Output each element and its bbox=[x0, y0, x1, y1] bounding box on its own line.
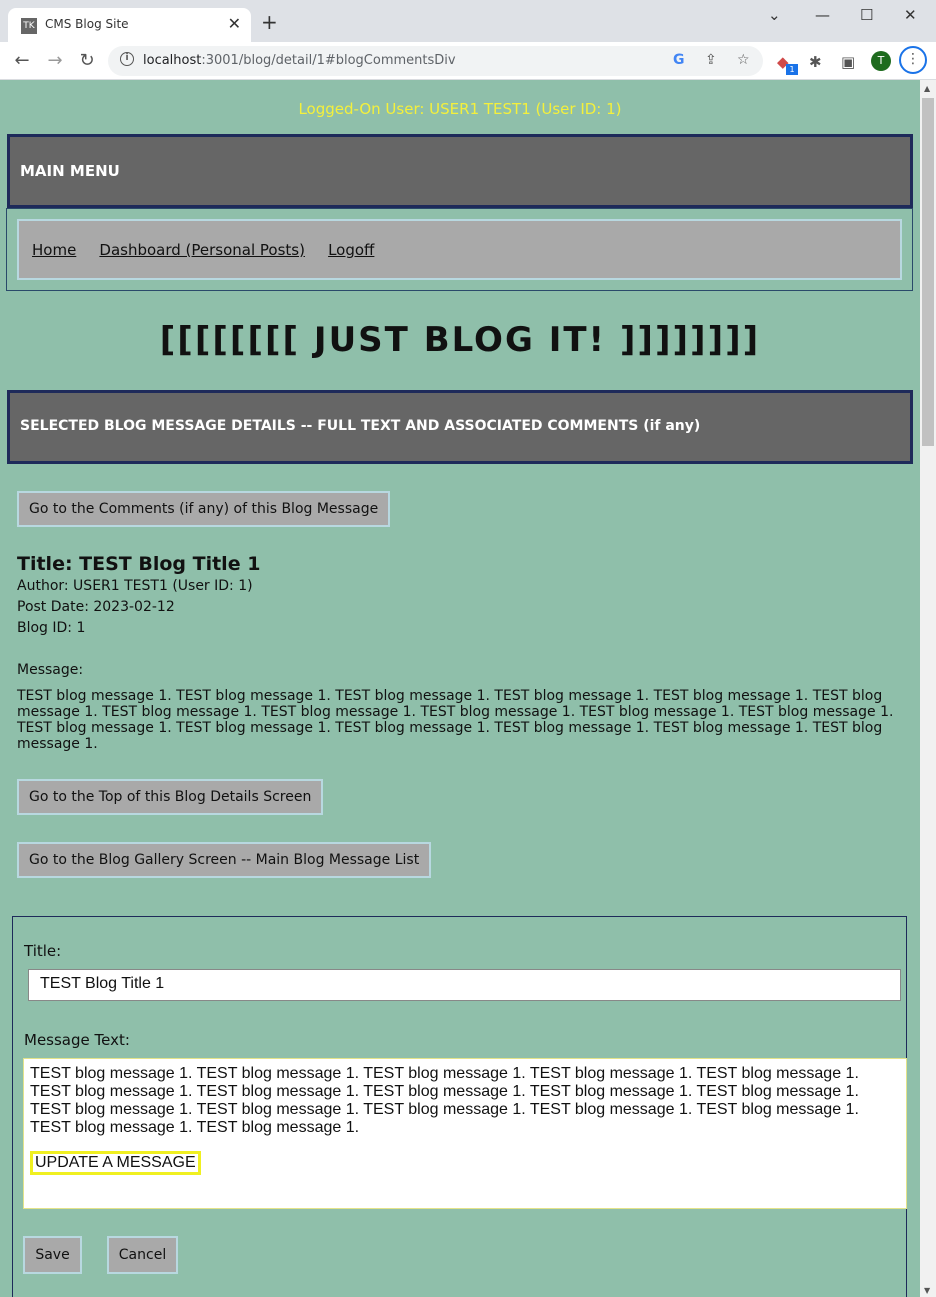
profile-avatar[interactable]: T bbox=[871, 51, 891, 71]
extensions-puzzle-icon[interactable]: ✱ bbox=[809, 53, 822, 71]
site-title: [[[[[[[[ JUST BLOG IT! ]]]]]]]] bbox=[159, 320, 761, 360]
scroll-down-icon[interactable]: ▼ bbox=[924, 1286, 930, 1295]
share-icon[interactable]: ⇪ bbox=[705, 52, 717, 68]
browser-toolbar: ← → ↻ i localhost:3001/blog/detail/1#blo… bbox=[0, 42, 936, 80]
message-textarea-value: TEST blog message 1. TEST blog message 1… bbox=[30, 1065, 859, 1136]
blog-id: Blog ID: 1 bbox=[17, 620, 86, 636]
page-scrollbar[interactable]: ▲ ▼ bbox=[920, 80, 936, 1297]
go-to-comments-button[interactable]: Go to the Comments (if any) of this Blog… bbox=[17, 491, 391, 527]
google-lens-icon[interactable]: G bbox=[673, 52, 685, 68]
page-content: Logged-On User: USER1 TEST1 (User ID: 1)… bbox=[0, 80, 920, 1297]
message-textarea[interactable]: TEST blog message 1. TEST blog message 1… bbox=[23, 1058, 907, 1209]
tab-title: CMS Blog Site bbox=[45, 17, 129, 31]
main-menu-header: MAIN MENU bbox=[7, 134, 913, 208]
back-arrow-icon[interactable]: ← bbox=[12, 50, 32, 71]
browser-tab[interactable]: TK CMS Blog Site ✕ bbox=[8, 8, 251, 42]
logged-user-text: Logged-On User: USER1 TEST1 (User ID: 1) bbox=[298, 100, 622, 118]
detail-header: SELECTED BLOG MESSAGE DETAILS -- FULL TE… bbox=[7, 390, 913, 464]
title-input[interactable]: TEST Blog Title 1 bbox=[28, 969, 901, 1001]
blog-post-date: Post Date: 2023-02-12 bbox=[17, 599, 175, 615]
minimize-icon[interactable]: — bbox=[815, 6, 830, 24]
forward-arrow-icon[interactable]: → bbox=[45, 50, 65, 71]
blog-message-text: TEST blog message 1. TEST blog message 1… bbox=[17, 688, 894, 752]
tab-close-icon[interactable]: ✕ bbox=[228, 14, 241, 33]
save-button[interactable]: Save bbox=[23, 1236, 82, 1274]
form-message-label: Message Text: bbox=[24, 1031, 130, 1049]
browser-tabbar: TK CMS Blog Site ✕ + ⌄ — ☐ ✕ bbox=[0, 0, 936, 42]
blog-title: Title: TEST Blog Title 1 bbox=[17, 553, 261, 575]
scrollbar-thumb[interactable] bbox=[922, 98, 934, 446]
extension-badge: 1 bbox=[786, 64, 798, 75]
blog-author: Author: USER1 TEST1 (User ID: 1) bbox=[17, 578, 253, 594]
scroll-up-icon[interactable]: ▲ bbox=[924, 84, 930, 93]
browser-menu-icon[interactable]: ⋮ bbox=[899, 46, 927, 74]
tab-favicon-icon: TK bbox=[21, 18, 37, 34]
url-text: localhost:3001/blog/detail/1#blogComment… bbox=[143, 53, 456, 68]
reload-icon[interactable]: ↻ bbox=[77, 50, 97, 71]
side-panel-icon[interactable]: ▣ bbox=[841, 53, 855, 71]
maximize-icon[interactable]: ☐ bbox=[860, 6, 873, 24]
nav-container: Home Dashboard (Personal Posts) Logoff bbox=[6, 208, 913, 291]
nav-bar: Home Dashboard (Personal Posts) Logoff bbox=[17, 219, 902, 280]
nav-link-logoff[interactable]: Logoff bbox=[325, 241, 377, 259]
edit-form: Title: TEST Blog Title 1 Message Text: T… bbox=[12, 916, 907, 1297]
bookmark-star-icon[interactable]: ☆ bbox=[737, 52, 750, 68]
form-title-label: Title: bbox=[24, 942, 62, 960]
go-to-gallery-button[interactable]: Go to the Blog Gallery Screen -- Main Bl… bbox=[17, 842, 432, 878]
new-tab-icon[interactable]: + bbox=[261, 12, 278, 32]
cancel-button[interactable]: Cancel bbox=[107, 1236, 178, 1274]
go-to-top-button[interactable]: Go to the Top of this Blog Details Scree… bbox=[17, 779, 324, 815]
site-info-icon[interactable]: i bbox=[120, 52, 134, 66]
address-bar[interactable]: i localhost:3001/blog/detail/1#blogComme… bbox=[108, 46, 763, 76]
update-message-tag: UPDATE A MESSAGE bbox=[30, 1151, 201, 1175]
close-window-icon[interactable]: ✕ bbox=[904, 6, 917, 24]
nav-link-home[interactable]: Home bbox=[29, 241, 79, 259]
nav-link-dashboard[interactable]: Dashboard (Personal Posts) bbox=[96, 241, 308, 259]
message-label: Message: bbox=[17, 662, 84, 678]
tab-search-icon[interactable]: ⌄ bbox=[768, 6, 781, 24]
